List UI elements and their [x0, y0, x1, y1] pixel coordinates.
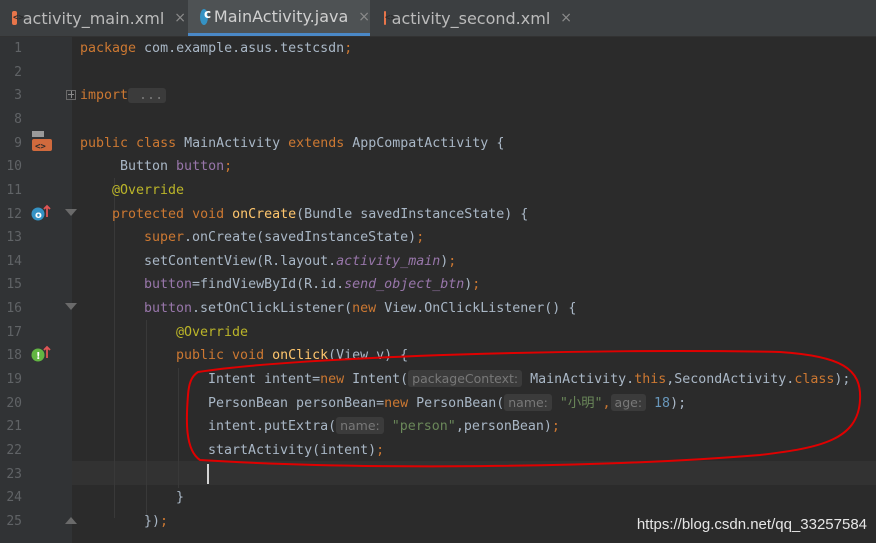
red-highlight-annotation	[185, 349, 862, 468]
watermark: https://blog.csdn.net/qq_33257584	[636, 516, 867, 533]
